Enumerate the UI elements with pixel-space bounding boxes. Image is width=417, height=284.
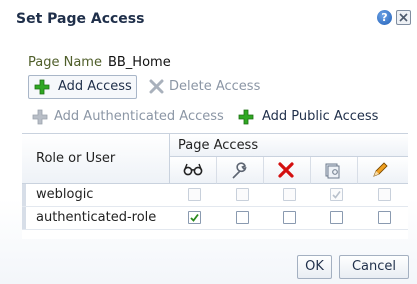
add-access-button[interactable]: Add Access bbox=[28, 75, 137, 99]
delete-access-label: Delete Access bbox=[169, 79, 261, 94]
edit-checkbox bbox=[378, 188, 391, 201]
authenticated-public-toolbar: Add Authenticated Access Add Public Acce… bbox=[32, 106, 392, 128]
grant-key-icon bbox=[325, 163, 340, 179]
check-disabled-glyph bbox=[332, 191, 341, 199]
access-toolbar: Add Access Delete Access bbox=[28, 75, 278, 99]
ok-button[interactable]: OK bbox=[297, 255, 332, 279]
edit-checkbox[interactable] bbox=[378, 211, 391, 224]
customize-checkbox bbox=[236, 188, 249, 201]
view-glasses-icon bbox=[183, 163, 203, 176]
grant-checkbox bbox=[330, 188, 343, 201]
page-name-label: Page Name bbox=[28, 55, 102, 70]
customize-checkbox[interactable] bbox=[236, 211, 249, 224]
grant-checkbox[interactable] bbox=[330, 211, 343, 224]
table-row[interactable]: authenticated-role bbox=[22, 207, 408, 230]
delete-column-header[interactable] bbox=[264, 157, 311, 184]
page-name-field: Page Name BB_Home bbox=[28, 55, 171, 70]
customize-wrench-icon bbox=[232, 162, 247, 179]
edit-pencil-icon bbox=[373, 162, 388, 177]
close-x-glyph bbox=[399, 13, 408, 22]
delete-x-icon bbox=[278, 162, 294, 178]
check-glyph bbox=[190, 213, 199, 222]
dialog-titlebar: Set Page Access ? bbox=[0, 0, 417, 36]
row-role-name: authenticated-role bbox=[36, 210, 157, 225]
page-name-value: BB_Home bbox=[107, 55, 171, 70]
delete-checkbox[interactable] bbox=[283, 211, 296, 224]
row-selector[interactable] bbox=[22, 184, 26, 206]
plus-green-icon bbox=[34, 79, 50, 95]
edit-column-header[interactable] bbox=[358, 157, 408, 184]
help-icon[interactable]: ? bbox=[377, 10, 392, 25]
add-access-label: Add Access bbox=[58, 79, 132, 94]
grant-column-header[interactable] bbox=[311, 157, 358, 184]
set-page-access-dialog: Set Page Access ? Page Name BB_Home Add A… bbox=[0, 0, 417, 284]
view-checkbox bbox=[188, 188, 201, 201]
close-icon[interactable] bbox=[396, 10, 411, 25]
table-row[interactable]: weblogic bbox=[22, 184, 408, 207]
view-checkbox[interactable] bbox=[188, 211, 201, 224]
delete-checkbox bbox=[283, 188, 296, 201]
cancel-button[interactable]: Cancel bbox=[339, 255, 409, 279]
plus-green-icon bbox=[238, 109, 254, 125]
role-or-user-header-label: Role or User bbox=[36, 151, 116, 166]
row-selector[interactable] bbox=[22, 207, 26, 229]
plus-gray-icon bbox=[32, 109, 48, 125]
access-table: Role or User Page Access weblogic authen… bbox=[22, 133, 408, 239]
customize-column-header[interactable] bbox=[217, 157, 264, 184]
role-or-user-header[interactable]: Role or User bbox=[22, 134, 170, 184]
row-role-name: weblogic bbox=[36, 187, 94, 202]
page-access-header-label: Page Access bbox=[178, 138, 259, 153]
add-authenticated-access-label: Add Authenticated Access bbox=[54, 109, 224, 124]
dialog-title: Set Page Access bbox=[16, 11, 145, 27]
add-public-access-label: Add Public Access bbox=[262, 109, 379, 124]
view-column-header[interactable] bbox=[170, 157, 217, 184]
page-access-header: Page Access bbox=[170, 134, 408, 157]
delete-x-disabled-icon bbox=[149, 79, 164, 94]
